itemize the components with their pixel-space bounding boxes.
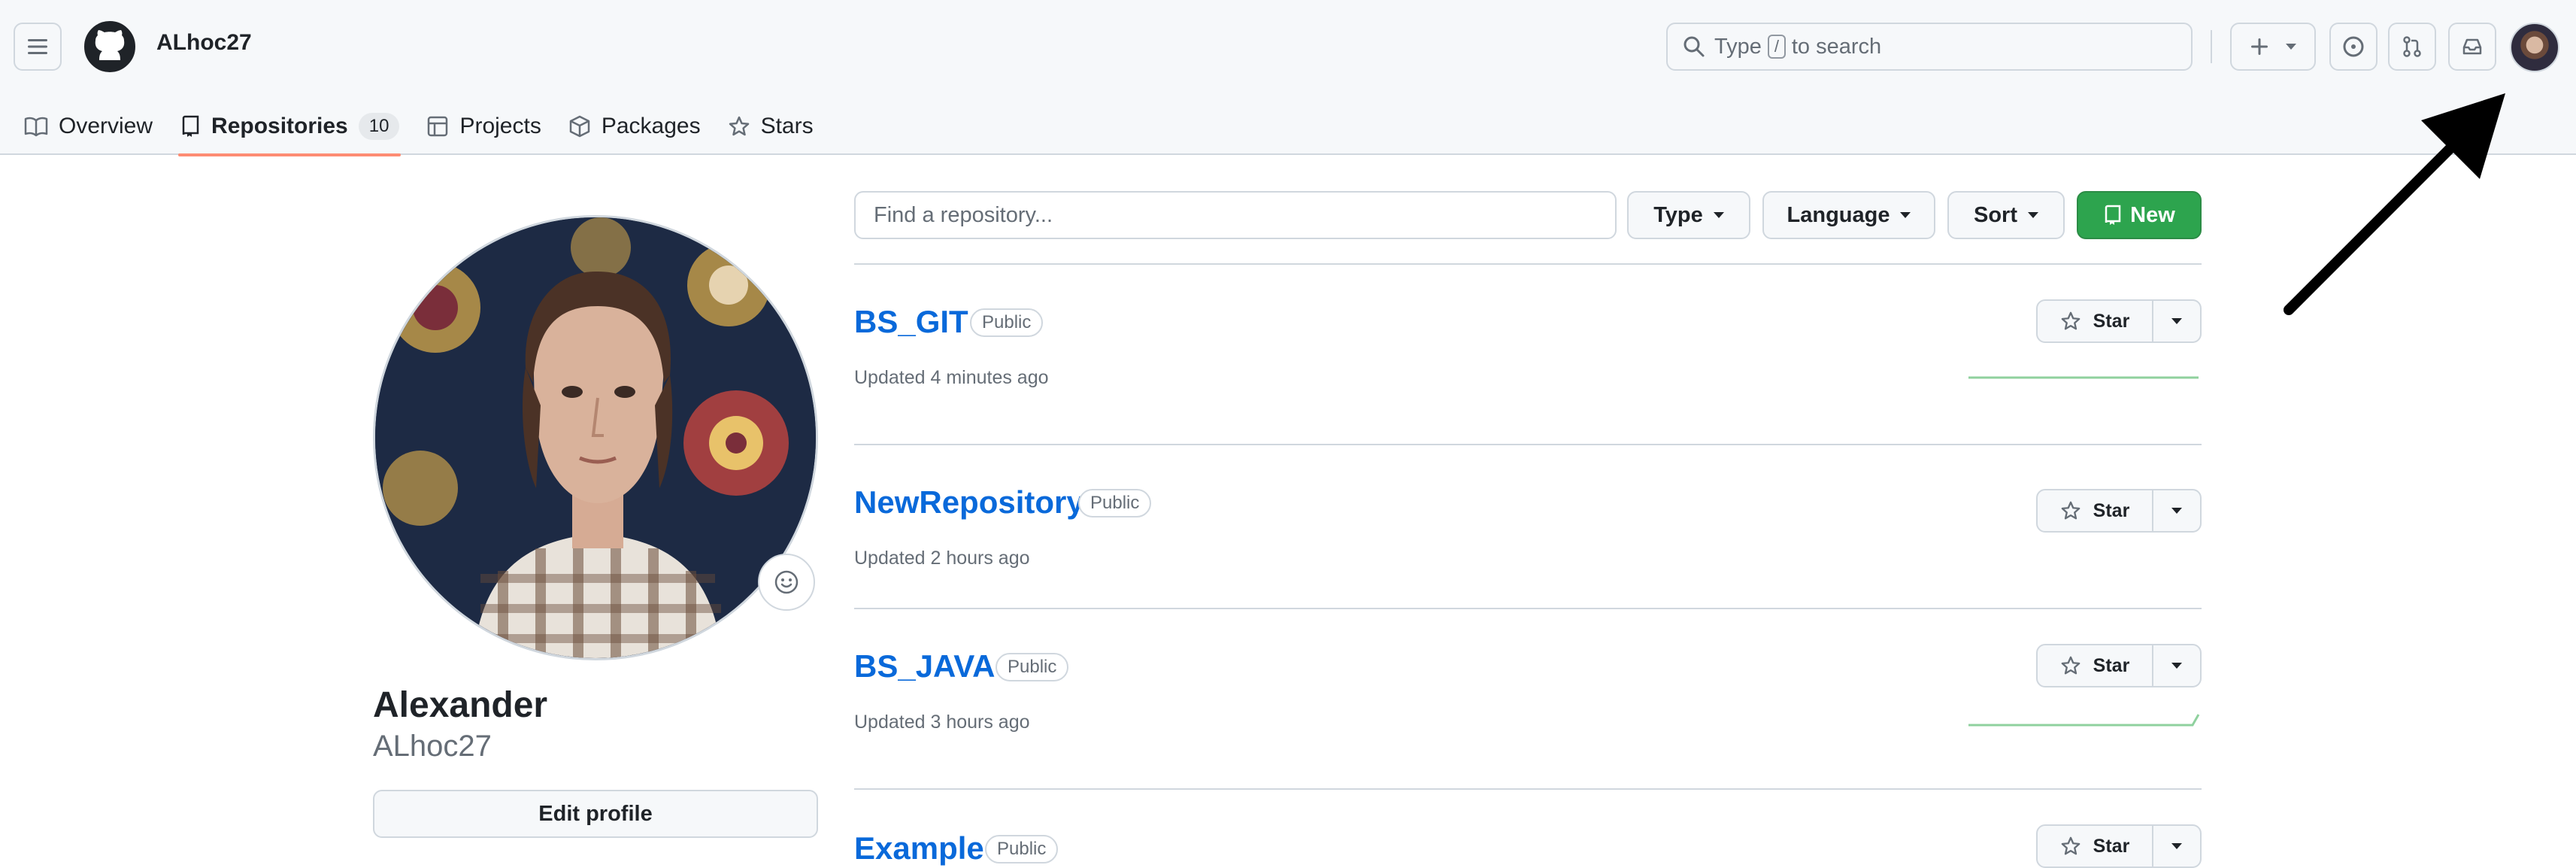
find-repository-input[interactable]: Find a repository... <box>854 191 1617 239</box>
repo-updated-time: Updated 3 hours ago <box>854 712 1030 733</box>
create-new-button[interactable] <box>2230 23 2316 71</box>
star-button[interactable]: Star <box>2038 645 2153 686</box>
chevron-down-icon <box>2171 508 2182 514</box>
star-label: Star <box>2093 499 2130 521</box>
star-button[interactable]: Star <box>2038 490 2153 531</box>
star-list-dropdown[interactable] <box>2153 490 2200 531</box>
star-button-group: Star <box>2036 489 2202 533</box>
inbox-icon <box>2462 38 2482 55</box>
star-list-dropdown[interactable] <box>2153 645 2200 686</box>
star-button-group: Star <box>2036 824 2202 868</box>
search-shortcut-key: / <box>1767 35 1786 59</box>
repo-link[interactable]: Example <box>854 830 984 866</box>
tab-overview[interactable]: Overview <box>11 98 166 155</box>
package-icon <box>569 115 590 138</box>
global-search-input[interactable]: Type / to search <box>1666 23 2193 71</box>
star-icon <box>2061 311 2080 330</box>
repo-list-divider <box>854 444 2202 445</box>
user-avatar-menu[interactable] <box>2510 23 2559 72</box>
chevron-down-icon <box>1900 212 1911 218</box>
type-filter-label: Type <box>1653 202 1703 227</box>
repo-list-divider <box>854 788 2202 790</box>
tab-packages-label: Packages <box>601 114 701 138</box>
inbox-button[interactable] <box>2448 23 2496 71</box>
table-icon <box>428 116 448 137</box>
smiley-icon <box>774 570 799 594</box>
profile-tabs: Overview Repositories 10 Projects Packag… <box>0 98 827 156</box>
language-filter-label: Language <box>1787 202 1890 227</box>
star-icon <box>729 116 749 136</box>
menu-button[interactable] <box>14 23 62 71</box>
new-repository-button[interactable]: New <box>2077 191 2202 239</box>
repo-link[interactable]: BS_GIT <box>854 304 968 340</box>
visibility-badge: Public <box>996 653 1069 681</box>
profile-fullname: Alexander <box>373 685 548 725</box>
repo-icon <box>182 115 199 137</box>
chevron-down-icon <box>1713 212 1724 218</box>
chevron-down-icon <box>2286 44 2296 50</box>
repo-link[interactable]: NewRepository <box>854 484 1084 520</box>
profile-photo-image <box>375 217 816 658</box>
profile-login: ALhoc27 <box>373 730 492 763</box>
profile-avatar[interactable] <box>373 215 818 660</box>
book-icon <box>24 117 48 137</box>
star-list-dropdown[interactable] <box>2153 301 2200 341</box>
plus-icon <box>2251 38 2268 55</box>
repositories-count-badge: 10 <box>358 113 400 140</box>
star-button-group: Star <box>2036 299 2202 343</box>
header-divider <box>2211 30 2212 63</box>
sort-dropdown[interactable]: Sort <box>1947 191 2065 239</box>
tab-repositories-label: Repositories <box>211 114 348 138</box>
hamburger-icon <box>28 39 47 54</box>
star-label: Star <box>2093 835 2130 857</box>
star-button[interactable]: Star <box>2038 301 2153 341</box>
context-owner[interactable]: ALhoc27 <box>156 30 252 56</box>
github-logo-icon[interactable] <box>84 21 135 72</box>
tab-overview-label: Overview <box>59 114 153 138</box>
set-status-button[interactable] <box>758 554 815 611</box>
pull-requests-button[interactable] <box>2388 23 2436 71</box>
new-repository-label: New <box>2130 202 2175 227</box>
activity-sparkline <box>1968 714 2200 727</box>
search-prefix: Type <box>1714 34 1762 59</box>
star-label: Star <box>2093 654 2130 676</box>
tab-projects-label: Projects <box>459 114 541 138</box>
pull-request-icon <box>2403 36 2421 57</box>
chevron-down-icon <box>2171 318 2182 324</box>
repo-list-divider <box>854 608 2202 609</box>
activity-sparkline <box>1968 376 2199 379</box>
annotation-arrow-icon <box>2284 93 2505 315</box>
search-icon <box>1683 36 1705 57</box>
issues-button[interactable] <box>2329 23 2377 71</box>
type-filter-dropdown[interactable]: Type <box>1627 191 1750 239</box>
star-label: Star <box>2093 310 2130 332</box>
search-suffix: to search <box>1791 34 1882 59</box>
repo-list-divider <box>854 263 2202 265</box>
star-icon <box>2061 656 2080 675</box>
repo-updated-time: Updated 4 minutes ago <box>854 367 1049 388</box>
tab-repositories[interactable]: Repositories 10 <box>166 98 413 156</box>
tab-projects[interactable]: Projects <box>413 98 554 155</box>
visibility-badge: Public <box>970 308 1044 337</box>
visibility-badge: Public <box>1078 489 1152 517</box>
chevron-down-icon <box>2171 663 2182 669</box>
visibility-badge: Public <box>985 835 1059 863</box>
repo-link[interactable]: BS_JAVA <box>854 648 996 684</box>
edit-profile-button[interactable]: Edit profile <box>373 790 818 838</box>
sort-label: Sort <box>1974 202 2017 227</box>
star-icon <box>2061 501 2080 520</box>
star-icon <box>2061 836 2080 855</box>
chevron-down-icon <box>2028 212 2038 218</box>
repo-icon <box>2105 205 2121 225</box>
issue-icon <box>2343 36 2364 57</box>
tab-stars[interactable]: Stars <box>714 98 827 155</box>
star-button-group: Star <box>2036 644 2202 687</box>
tab-packages[interactable]: Packages <box>555 98 714 155</box>
global-header: ALhoc27 Type / to search Overview Reposi… <box>0 0 2576 156</box>
repo-updated-time: Updated 2 hours ago <box>854 548 1030 569</box>
tab-stars-label: Stars <box>760 114 814 138</box>
chevron-down-icon <box>2171 843 2182 849</box>
language-filter-dropdown[interactable]: Language <box>1762 191 1935 239</box>
